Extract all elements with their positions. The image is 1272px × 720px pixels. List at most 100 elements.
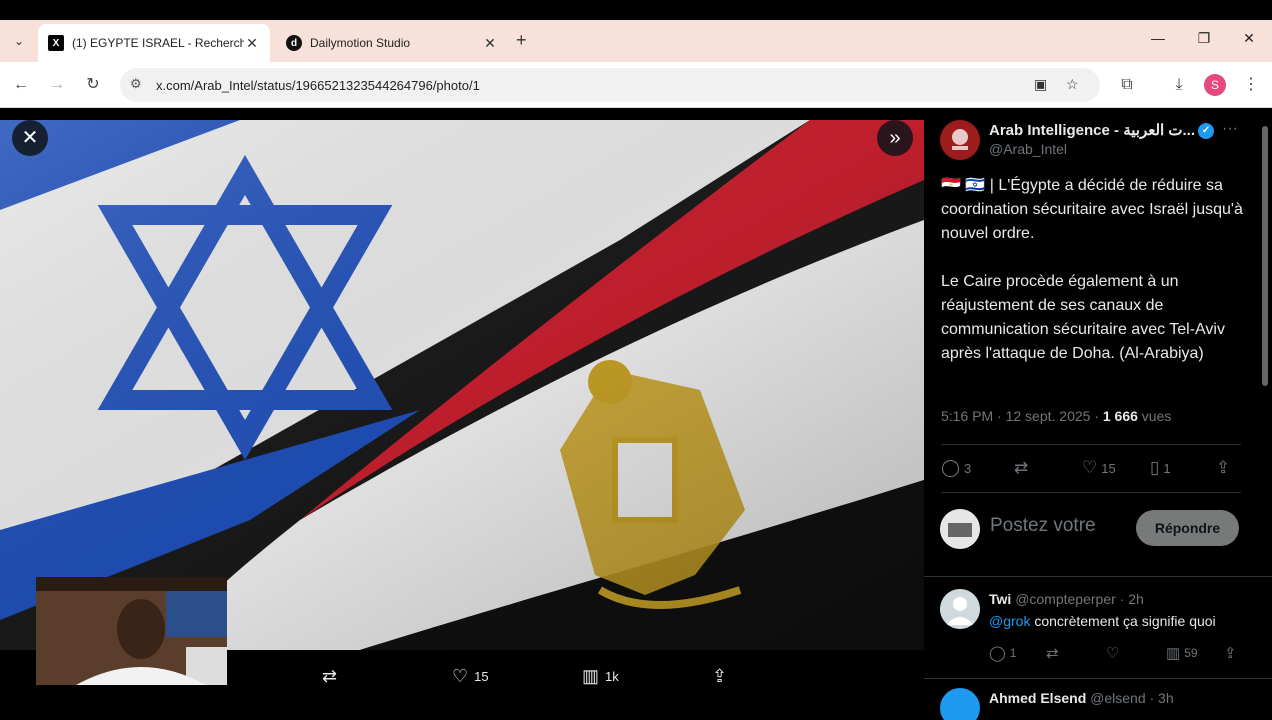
close-photo-button[interactable]: ✕ — [12, 120, 48, 156]
reload-button[interactable]: ↻ — [82, 74, 104, 96]
commenter-name[interactable]: Twi @compteperper · 2h — [989, 591, 1144, 607]
retweet-button[interactable]: ⇄ — [322, 666, 337, 687]
close-tab-icon[interactable]: ✕ — [244, 35, 260, 52]
new-tab-button[interactable]: + — [516, 30, 527, 51]
mention-link[interactable]: @grok — [989, 613, 1030, 629]
commenter-name-text: Twi — [989, 591, 1012, 607]
extensions-icon[interactable]: ⧉ — [1116, 74, 1138, 96]
author-name[interactable]: Arab Intelligence - ت العربية... ✓ — [989, 121, 1215, 140]
x-logo-icon: X — [48, 35, 64, 51]
reply-icon: ◯ — [941, 458, 961, 477]
bar-chart-icon: ▥ — [1166, 645, 1181, 662]
bookmark-button[interactable]: ▯ 1 — [1150, 458, 1171, 478]
close-window-button[interactable]: ✕ — [1237, 30, 1261, 47]
comment-retweet-button[interactable]: ⇄ — [1046, 644, 1059, 662]
reply-input[interactable]: Postez votre — [990, 515, 1096, 537]
restore-button[interactable]: ❐ — [1192, 30, 1216, 47]
commenter-name-text: Ahmed Elsend — [989, 690, 1087, 706]
divider — [941, 444, 1241, 445]
tweet-paragraph-2: Le Caire procède également à un réajuste… — [941, 273, 1225, 362]
share-icon: ⇪ — [1216, 458, 1231, 477]
reply-composer: Postez votre Répondre — [924, 503, 1272, 575]
navigation-bar: ← → ↻ ⚙ x.com/Arab_Intel/status/19665213… — [0, 62, 1272, 108]
retweet-button[interactable]: ⇄ — [1014, 458, 1028, 478]
divider — [941, 492, 1241, 493]
tweet-timestamp: 5:16 PM · 12 sept. 2025 · 1 666 vues — [941, 408, 1171, 424]
views-button[interactable]: ▥ 1k — [582, 666, 619, 687]
browser-menu-icon[interactable]: ⋮ — [1240, 74, 1262, 96]
url-text[interactable]: x.com/Arab_Intel/status/1966521323544264… — [156, 78, 480, 93]
share-icon: ⇪ — [1224, 645, 1237, 662]
more-options-icon[interactable]: ··· — [1222, 120, 1238, 138]
download-icon[interactable]: ⤓ — [1168, 74, 1190, 96]
heart-icon: ♡ — [452, 666, 469, 686]
address-bar[interactable]: ⚙ x.com/Arab_Intel/status/19665213235442… — [120, 68, 1100, 102]
retweet-icon: ⇄ — [1014, 458, 1029, 477]
tab-title: Dailymotion Studio — [310, 36, 411, 50]
heart-icon: ♡ — [1082, 458, 1098, 477]
tweet-body: 🇪🇬 🇮🇱 | L'Égypte a décidé de réduire sa … — [941, 174, 1251, 390]
retweet-icon: ⇄ — [322, 666, 338, 686]
commenter-name[interactable]: Ahmed Elsend @elsend · 3h — [989, 690, 1174, 706]
commenter-avatar[interactable] — [940, 589, 980, 629]
comment-reply-count: 1 — [1009, 646, 1017, 660]
author-name-text: Arab Intelligence - ت العربية... — [989, 122, 1196, 139]
my-avatar — [940, 509, 980, 549]
comment-body: concrètement ça signifie quoi — [1030, 613, 1216, 629]
reply-count: 3 — [964, 460, 972, 476]
tab-strip: ⌄ X (1) EGYPTE ISRAEL - Recherche ✕ d Da… — [0, 20, 1272, 62]
minimize-button[interactable]: — — [1146, 30, 1170, 46]
reply-submit-button[interactable]: Répondre — [1136, 510, 1239, 546]
commenter-handle: @compteperper · 2h — [1015, 591, 1144, 607]
commenter-avatar[interactable] — [940, 688, 980, 720]
tab-search-button[interactable]: ⌄ — [8, 30, 30, 52]
screen-top-bar — [0, 0, 1272, 20]
like-count: 15 — [1101, 460, 1116, 476]
comment-share-button[interactable]: ⇪ — [1224, 644, 1237, 662]
expand-panel-button[interactable]: » — [877, 120, 913, 156]
share-button[interactable]: ⇪ — [1216, 458, 1230, 478]
like-button[interactable]: ♡ 15 — [1082, 458, 1116, 478]
tab-title: (1) EGYPTE ISRAEL - Recherche — [72, 36, 244, 50]
author-avatar[interactable] — [940, 120, 980, 160]
bookmark-star-icon[interactable]: ☆ — [1066, 76, 1079, 93]
dailymotion-logo-icon: d — [286, 35, 302, 51]
back-button[interactable]: ← — [10, 74, 32, 96]
site-info-icon[interactable]: ⚙ — [130, 76, 142, 92]
tweet-view-count: 1 666 — [1102, 408, 1138, 424]
comment-like-button[interactable]: ♡ — [1106, 644, 1119, 662]
comment-reply-button[interactable]: ◯ 1 — [989, 644, 1016, 662]
tweet-time[interactable]: 5:16 PM · 12 sept. 2025 · — [941, 408, 1103, 424]
like-button[interactable]: ♡ 15 — [452, 666, 489, 687]
comment-text: @grok concrètement ça signifie quoi — [989, 613, 1216, 629]
divider — [924, 678, 1272, 679]
like-count: 15 — [474, 669, 489, 684]
webcam-overlay — [36, 577, 227, 685]
bookmark-icon: ▯ — [1150, 458, 1160, 477]
tweet-paragraph-1: | L'Égypte a décidé de réduire sa coordi… — [941, 177, 1243, 242]
heart-icon: ♡ — [1106, 645, 1120, 662]
author-handle[interactable]: @Arab_Intel — [989, 141, 1067, 157]
forward-button[interactable]: → — [46, 74, 68, 96]
close-tab-icon[interactable]: ✕ — [482, 35, 498, 52]
tab-egypte-israel[interactable]: X (1) EGYPTE ISRAEL - Recherche ✕ — [38, 24, 270, 62]
webcam-person-image — [36, 577, 227, 685]
tweet-sidebar: Arab Intelligence - ت العربية... ✓ @Arab_… — [924, 108, 1272, 720]
share-icon: ⇪ — [712, 666, 728, 686]
reply-icon: ◯ — [989, 645, 1006, 662]
reply-button[interactable]: ◯ 3 — [941, 458, 971, 478]
bookmark-count: 1 — [1163, 460, 1171, 476]
divider — [924, 576, 1272, 577]
commenter-handle: @elsend · 3h — [1090, 690, 1174, 706]
flag-emojis: 🇪🇬 🇮🇱 — [941, 177, 986, 194]
profile-avatar[interactable]: S — [1204, 74, 1226, 96]
install-app-icon[interactable]: ▣ — [1034, 76, 1047, 93]
flags-image — [0, 120, 924, 650]
verified-badge-icon: ✓ — [1198, 123, 1215, 140]
scrollbar[interactable] — [1262, 126, 1268, 386]
tab-dailymotion[interactable]: d Dailymotion Studio ✕ — [276, 24, 508, 62]
comment-views-button[interactable]: ▥ 59 — [1166, 644, 1198, 662]
share-button[interactable]: ⇪ — [712, 666, 727, 687]
views-count: 1k — [605, 669, 619, 684]
bar-chart-icon: ▥ — [582, 666, 600, 686]
